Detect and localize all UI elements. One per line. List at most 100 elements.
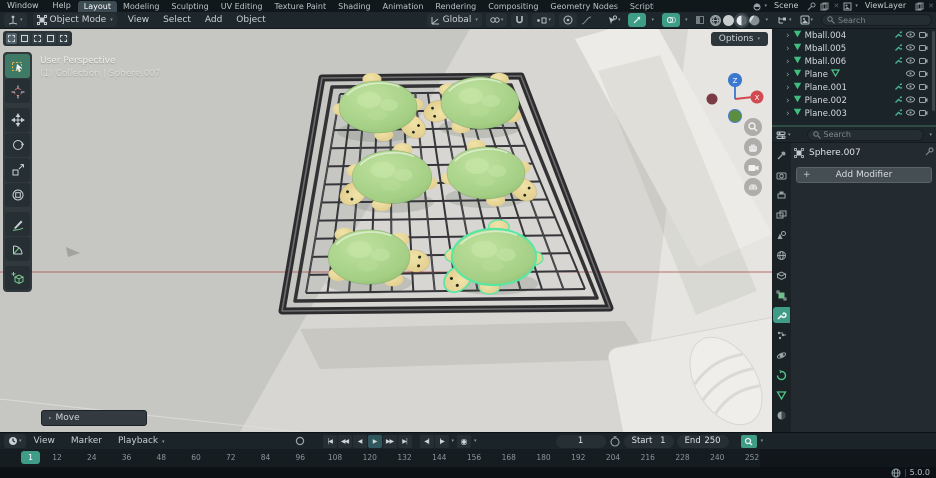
tool-select-box[interactable] <box>5 54 30 78</box>
properties-search-input[interactable]: Search <box>806 128 925 141</box>
operator-panel-move[interactable]: ▾ Move <box>41 410 147 426</box>
select-mode-extend[interactable] <box>19 33 30 44</box>
current-frame-field[interactable]: 1 <box>555 434 606 448</box>
overlays-dropdown[interactable]: ▾ <box>680 13 692 27</box>
remove-viewlayer-icon[interactable]: ✕ <box>926 2 936 10</box>
auto-key-button[interactable]: ◉ <box>457 434 472 448</box>
workspace-tab-scripting[interactable]: Scripting <box>624 1 654 12</box>
outliner-item-plane.001[interactable]: › Plane.001 <box>772 81 936 94</box>
workspace-tab-uv-editing[interactable]: UV Editing <box>215 1 269 12</box>
menu-window[interactable]: Window <box>0 0 46 12</box>
expand-chevron-icon[interactable]: › <box>786 57 790 67</box>
pivot-point-selector[interactable]: ▾ <box>485 13 508 27</box>
expand-chevron-icon[interactable]: › <box>786 96 790 106</box>
hide-viewport-icon[interactable] <box>906 69 915 80</box>
play-reverse-button[interactable]: ◀ <box>352 434 367 448</box>
jump-to-start-button[interactable]: |◀ <box>322 434 337 448</box>
ortho-toggle-button[interactable] <box>744 178 762 196</box>
select-mode-subtract[interactable] <box>32 33 43 44</box>
tool-transform[interactable] <box>5 183 30 207</box>
mode-selector[interactable]: Object Mode ▾ <box>32 13 117 27</box>
properties-tab-particles[interactable] <box>773 327 790 343</box>
proportional-edit-toggle[interactable] <box>558 13 577 27</box>
viewport-menu-add[interactable]: Add <box>198 15 229 25</box>
properties-editor-type-button[interactable]: ▾ <box>772 128 795 142</box>
menu-help[interactable]: Help <box>46 0 78 12</box>
select-mode-invert[interactable] <box>45 33 56 44</box>
start-frame-field[interactable]: Start 1 <box>623 434 674 448</box>
show-object-types-selector[interactable]: ▾ <box>603 13 625 27</box>
shading-rendered-button[interactable] <box>749 14 760 26</box>
workspace-tab-rendering[interactable]: Rendering <box>429 1 482 12</box>
properties-tab-constraints[interactable] <box>773 367 790 383</box>
shading-solid-button[interactable] <box>723 14 735 26</box>
tool-annotate[interactable] <box>5 212 30 236</box>
outliner-item-mball.004[interactable]: › Mball.004 <box>772 29 936 42</box>
pan-button[interactable] <box>744 138 762 156</box>
scene-selector[interactable]: Scene <box>767 0 805 12</box>
tool-add-cube[interactable] <box>5 266 30 290</box>
properties-tab-physics[interactable] <box>773 347 790 363</box>
hide-viewport-icon[interactable] <box>906 43 915 54</box>
navigation-gizmo[interactable]: Z X <box>694 69 772 129</box>
jump-to-end-button[interactable]: ▶| <box>397 434 412 448</box>
pin-icon[interactable] <box>807 2 816 11</box>
expand-chevron-icon[interactable]: › <box>786 44 790 54</box>
snap-toggle[interactable] <box>511 13 529 27</box>
expand-chevron-icon[interactable]: › <box>786 83 790 93</box>
options-dropdown[interactable]: Options ▾ <box>710 32 768 46</box>
add-modifier-button[interactable]: + Add Modifier <box>796 167 932 183</box>
end-frame-field[interactable]: End 250 <box>676 434 729 448</box>
overlays-toggle[interactable] <box>661 13 680 27</box>
disable-render-icon[interactable] <box>919 109 928 119</box>
properties-filter-dropdown[interactable]: ▾ <box>929 132 932 138</box>
tool-scale[interactable] <box>5 158 30 182</box>
workspace-tab-layout[interactable]: Layout <box>77 0 117 12</box>
next-keyframe-button[interactable]: ▶▶ <box>382 434 397 448</box>
hide-viewport-icon[interactable] <box>906 56 915 67</box>
keying-dropdown[interactable]: ▾ <box>761 438 764 444</box>
workspace-tab-texture-paint[interactable]: Texture Paint <box>268 1 332 12</box>
workspace-tab-animation[interactable]: Animation <box>377 1 430 12</box>
timeline-menu-playback[interactable]: Playback ▾ <box>110 436 173 446</box>
tool-measure[interactable] <box>5 237 30 261</box>
timeline-menu-view[interactable]: View <box>26 436 63 446</box>
timeline-ruler[interactable]: 12 24 36 48 60 72 84 96 108 120 132 144 156 168 180 192… <box>0 449 936 467</box>
zoom-button[interactable] <box>744 118 762 136</box>
pin-id-icon[interactable] <box>925 147 934 159</box>
expand-chevron-icon[interactable]: › <box>786 109 790 119</box>
expand-chevron-icon[interactable]: › <box>786 31 790 41</box>
proportional-falloff-selector[interactable] <box>577 13 596 27</box>
gizmos-toggle[interactable] <box>628 13 647 27</box>
camera-view-button[interactable] <box>744 158 762 176</box>
keying-set-button[interactable] <box>740 434 757 448</box>
properties-tab-output[interactable] <box>773 187 790 203</box>
shading-dropdown[interactable]: ▾ <box>765 17 768 23</box>
step-back-button[interactable]: ◀| <box>419 434 434 448</box>
unlink-scene-icon[interactable]: ✕ <box>831 2 841 10</box>
step-forward-button[interactable]: |▶ <box>434 434 449 448</box>
timeline-editor-type-button[interactable]: ▾ <box>4 434 26 448</box>
viewport-menu-view[interactable]: View <box>121 15 156 25</box>
properties-tab-render[interactable] <box>773 167 790 183</box>
play-button[interactable]: ▶ <box>367 434 382 448</box>
disable-render-icon[interactable] <box>919 83 928 93</box>
tool-rotate[interactable] <box>5 133 30 157</box>
disable-render-icon[interactable] <box>919 96 928 106</box>
select-mode-set[interactable] <box>6 33 17 44</box>
workspace-tab-geometry-nodes[interactable]: Geometry Nodes <box>544 1 623 12</box>
viewport-menu-select[interactable]: Select <box>156 15 198 25</box>
properties-tab-tool[interactable] <box>773 147 790 163</box>
outliner-scrollbar[interactable] <box>932 31 935 111</box>
disable-render-icon[interactable] <box>919 57 928 67</box>
gizmos-dropdown[interactable]: ▾ <box>646 13 658 27</box>
snap-target-selector[interactable]: ▾ <box>532 13 555 27</box>
disable-render-icon[interactable] <box>919 31 928 41</box>
workspace-tab-modeling[interactable]: Modeling <box>117 1 165 12</box>
hide-viewport-icon[interactable] <box>906 108 915 119</box>
new-scene-icon[interactable] <box>820 2 829 11</box>
use-preview-range-toggle[interactable] <box>606 434 624 448</box>
hide-viewport-icon[interactable] <box>906 30 915 41</box>
viewlayer-selector[interactable]: ViewLayer <box>858 0 913 12</box>
expand-chevron-icon[interactable]: › <box>786 70 790 80</box>
